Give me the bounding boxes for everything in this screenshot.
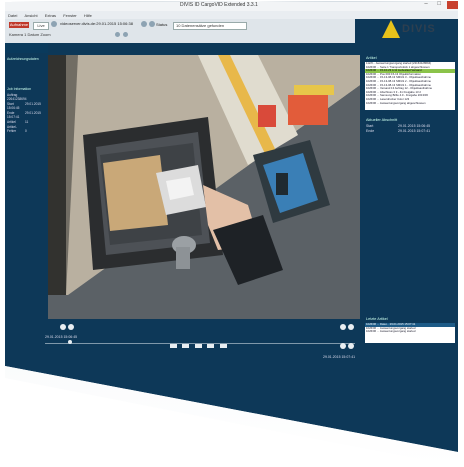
status-field[interactable]: 10 Datenensätze gefunden	[173, 22, 247, 30]
server-address: videoserver.divis.de:29.01.2015 15:06:38	[60, 21, 133, 26]
end-row: Ende 29.01.2015 15:07:41	[366, 129, 431, 133]
info-row: Artikel-Fehler 0	[7, 125, 27, 133]
info-row: Auftrag22641238694	[7, 93, 27, 101]
window-controls[interactable]: – □	[424, 1, 445, 7]
timeline-end-time: 29.01.2015 15:07:41	[323, 355, 356, 359]
timeline-panel: 29.01.2015 15:06:45 29.01.2015 15:07:41	[5, 335, 360, 365]
toolbar: Aufnahme Live videoserver.divis.de:29.01…	[5, 19, 355, 43]
right-panel: Artikel 112/0... Auswertungsvorgang star…	[362, 53, 458, 452]
menu-hilfe[interactable]: Hilfe	[84, 13, 92, 18]
articles-title: Artikel	[366, 56, 377, 60]
menu-ansicht[interactable]: Ansicht	[24, 13, 37, 18]
toolbar-row-2: Kamera 1 Datum Zoom	[9, 32, 51, 37]
record-button[interactable]: Aufnahme	[9, 22, 29, 28]
articles-list[interactable]: 112/0... Auswertungsvorgang started (221…	[365, 62, 455, 110]
list-item[interactable]: 1026/06 ... Auswertungsvorgang abgeschlo…	[365, 102, 455, 106]
zoom-out-button[interactable]	[68, 324, 74, 330]
play-icon[interactable]	[141, 21, 147, 27]
zoom-in-icon[interactable]	[115, 32, 120, 37]
title-bar: DIVIS ID CargoVID Extended 3.3.1 – □	[5, 1, 458, 11]
camera-frame-image	[48, 55, 360, 319]
menu-fenster[interactable]: Fenster	[63, 13, 77, 18]
left-section-title: Aufzeichnungsdaten	[7, 57, 39, 61]
job-info-title: Job Information	[7, 87, 32, 91]
log-item[interactable]: 1026/06 ... Auswertungsvorgang started	[365, 330, 455, 334]
left-panel: Aufzeichnungsdaten Job Information Auftr…	[5, 53, 45, 323]
left-tab-strip	[5, 43, 48, 53]
menu-extras[interactable]: Extras	[45, 13, 56, 18]
info-row: Ende 29.01.2015 15:07:41	[7, 111, 41, 119]
info-row: Start 29.01.2015 15:06:45	[7, 102, 41, 110]
logo-text: DIVIS	[402, 23, 436, 35]
close-button[interactable]	[447, 1, 458, 9]
playback-buttons	[170, 335, 228, 348]
app-screen: DIVIS ID CargoVID Extended 3.3.1 – □ Dat…	[0, 0, 464, 467]
timeline-track[interactable]	[45, 343, 355, 344]
zoom-out-icon[interactable]	[123, 32, 128, 37]
live-button[interactable]: Live	[33, 22, 49, 30]
fullscreen-button[interactable]	[348, 324, 354, 330]
divis-logo: DIVIS	[382, 20, 452, 40]
log-list[interactable]: 1026/06 ... Datei... 29.01.2015 15:07:41…	[365, 323, 455, 343]
video-controls	[48, 322, 360, 334]
prev-clip-button[interactable]	[348, 343, 354, 349]
logo-mark-icon	[382, 20, 400, 38]
application-window: DIVIS ID CargoVID Extended 3.3.1 – □ Dat…	[5, 1, 458, 452]
zoom-in-button[interactable]	[60, 324, 66, 330]
menu-datei[interactable]: Datei	[8, 13, 17, 18]
next-clip-button[interactable]	[340, 343, 346, 349]
video-view[interactable]	[48, 55, 360, 319]
window-title: DIVIS ID CargoVID Extended 3.3.1	[180, 2, 258, 8]
snapshot-button[interactable]	[340, 324, 346, 330]
log-title: Letzte Artikel	[366, 317, 388, 321]
timeline-start-time: 29.01.2015 15:06:45	[45, 335, 78, 339]
selected-section-title: Aktueller Abschnitt	[366, 118, 398, 122]
status-label: Status	[156, 22, 168, 27]
start-row: Start 29.01.2015 15:06:45	[366, 124, 431, 128]
refresh-icon[interactable]	[51, 21, 57, 27]
menu-bar: Datei Ansicht Extras Fenster Hilfe	[5, 11, 458, 19]
info-row: Artikel 11	[7, 120, 29, 124]
timeline-thumb[interactable]	[67, 340, 72, 344]
pause-icon[interactable]	[149, 21, 155, 27]
